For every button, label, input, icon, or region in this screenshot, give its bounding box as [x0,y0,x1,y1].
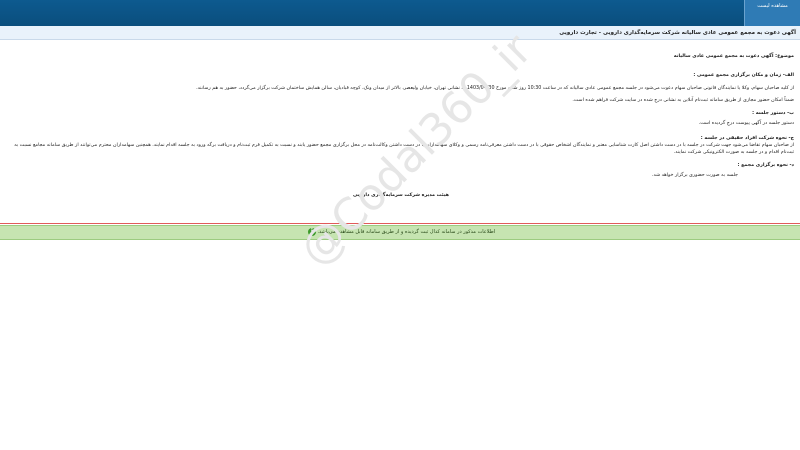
section-agenda: ب- دستور جلسه : [752,111,794,116]
online-attendance-text: ضمناً امکان حضور مجازی از طریق سامانه ثب… [572,98,794,103]
status-text: اطلاعات مذکور در سامانه کدال ثبت گردیده … [317,229,496,235]
section-procedure: ج- نحوه شرکت افراد حقیقی در جلسه : [700,136,794,141]
board-signature: هیئت مدیره شرکت سرمایه‌گذاری دارویی [353,193,449,198]
info-icon: i [307,227,316,236]
notice-subject: موضوع: آگهی دعوت به مجمع عمومی عادی سالی… [673,54,794,59]
view-list-tab[interactable]: مشاهده لیست [744,0,800,28]
agenda-text: دستور جلسه در آگهی پیوست درج گردیده است. [698,121,794,126]
top-header-bar: مشاهده لیست [0,0,800,28]
section-time-place: الف- زمان و مکان برگزاری مجمع عمومی : [693,73,794,78]
time-place-text: از کلیه صاحبان سهام، وکلا یا نمایندگان ق… [196,86,794,91]
section-method: د- نحوه برگزاری مجمع : [737,163,794,168]
method-text: جلسه به صورت حضوری برگزار خواهد شد. [652,173,738,178]
report-title-bar: آگهی دعوت به مجمع عمومی عادی سالیانه شرک… [0,26,800,40]
procedure-text: از صاحبان سهام تقاضا می‌شود جهت شرکت در … [14,143,794,155]
section-divider [0,223,800,224]
status-bar: اطلاعات مذکور در سامانه کدال ثبت گردیده … [0,225,800,240]
